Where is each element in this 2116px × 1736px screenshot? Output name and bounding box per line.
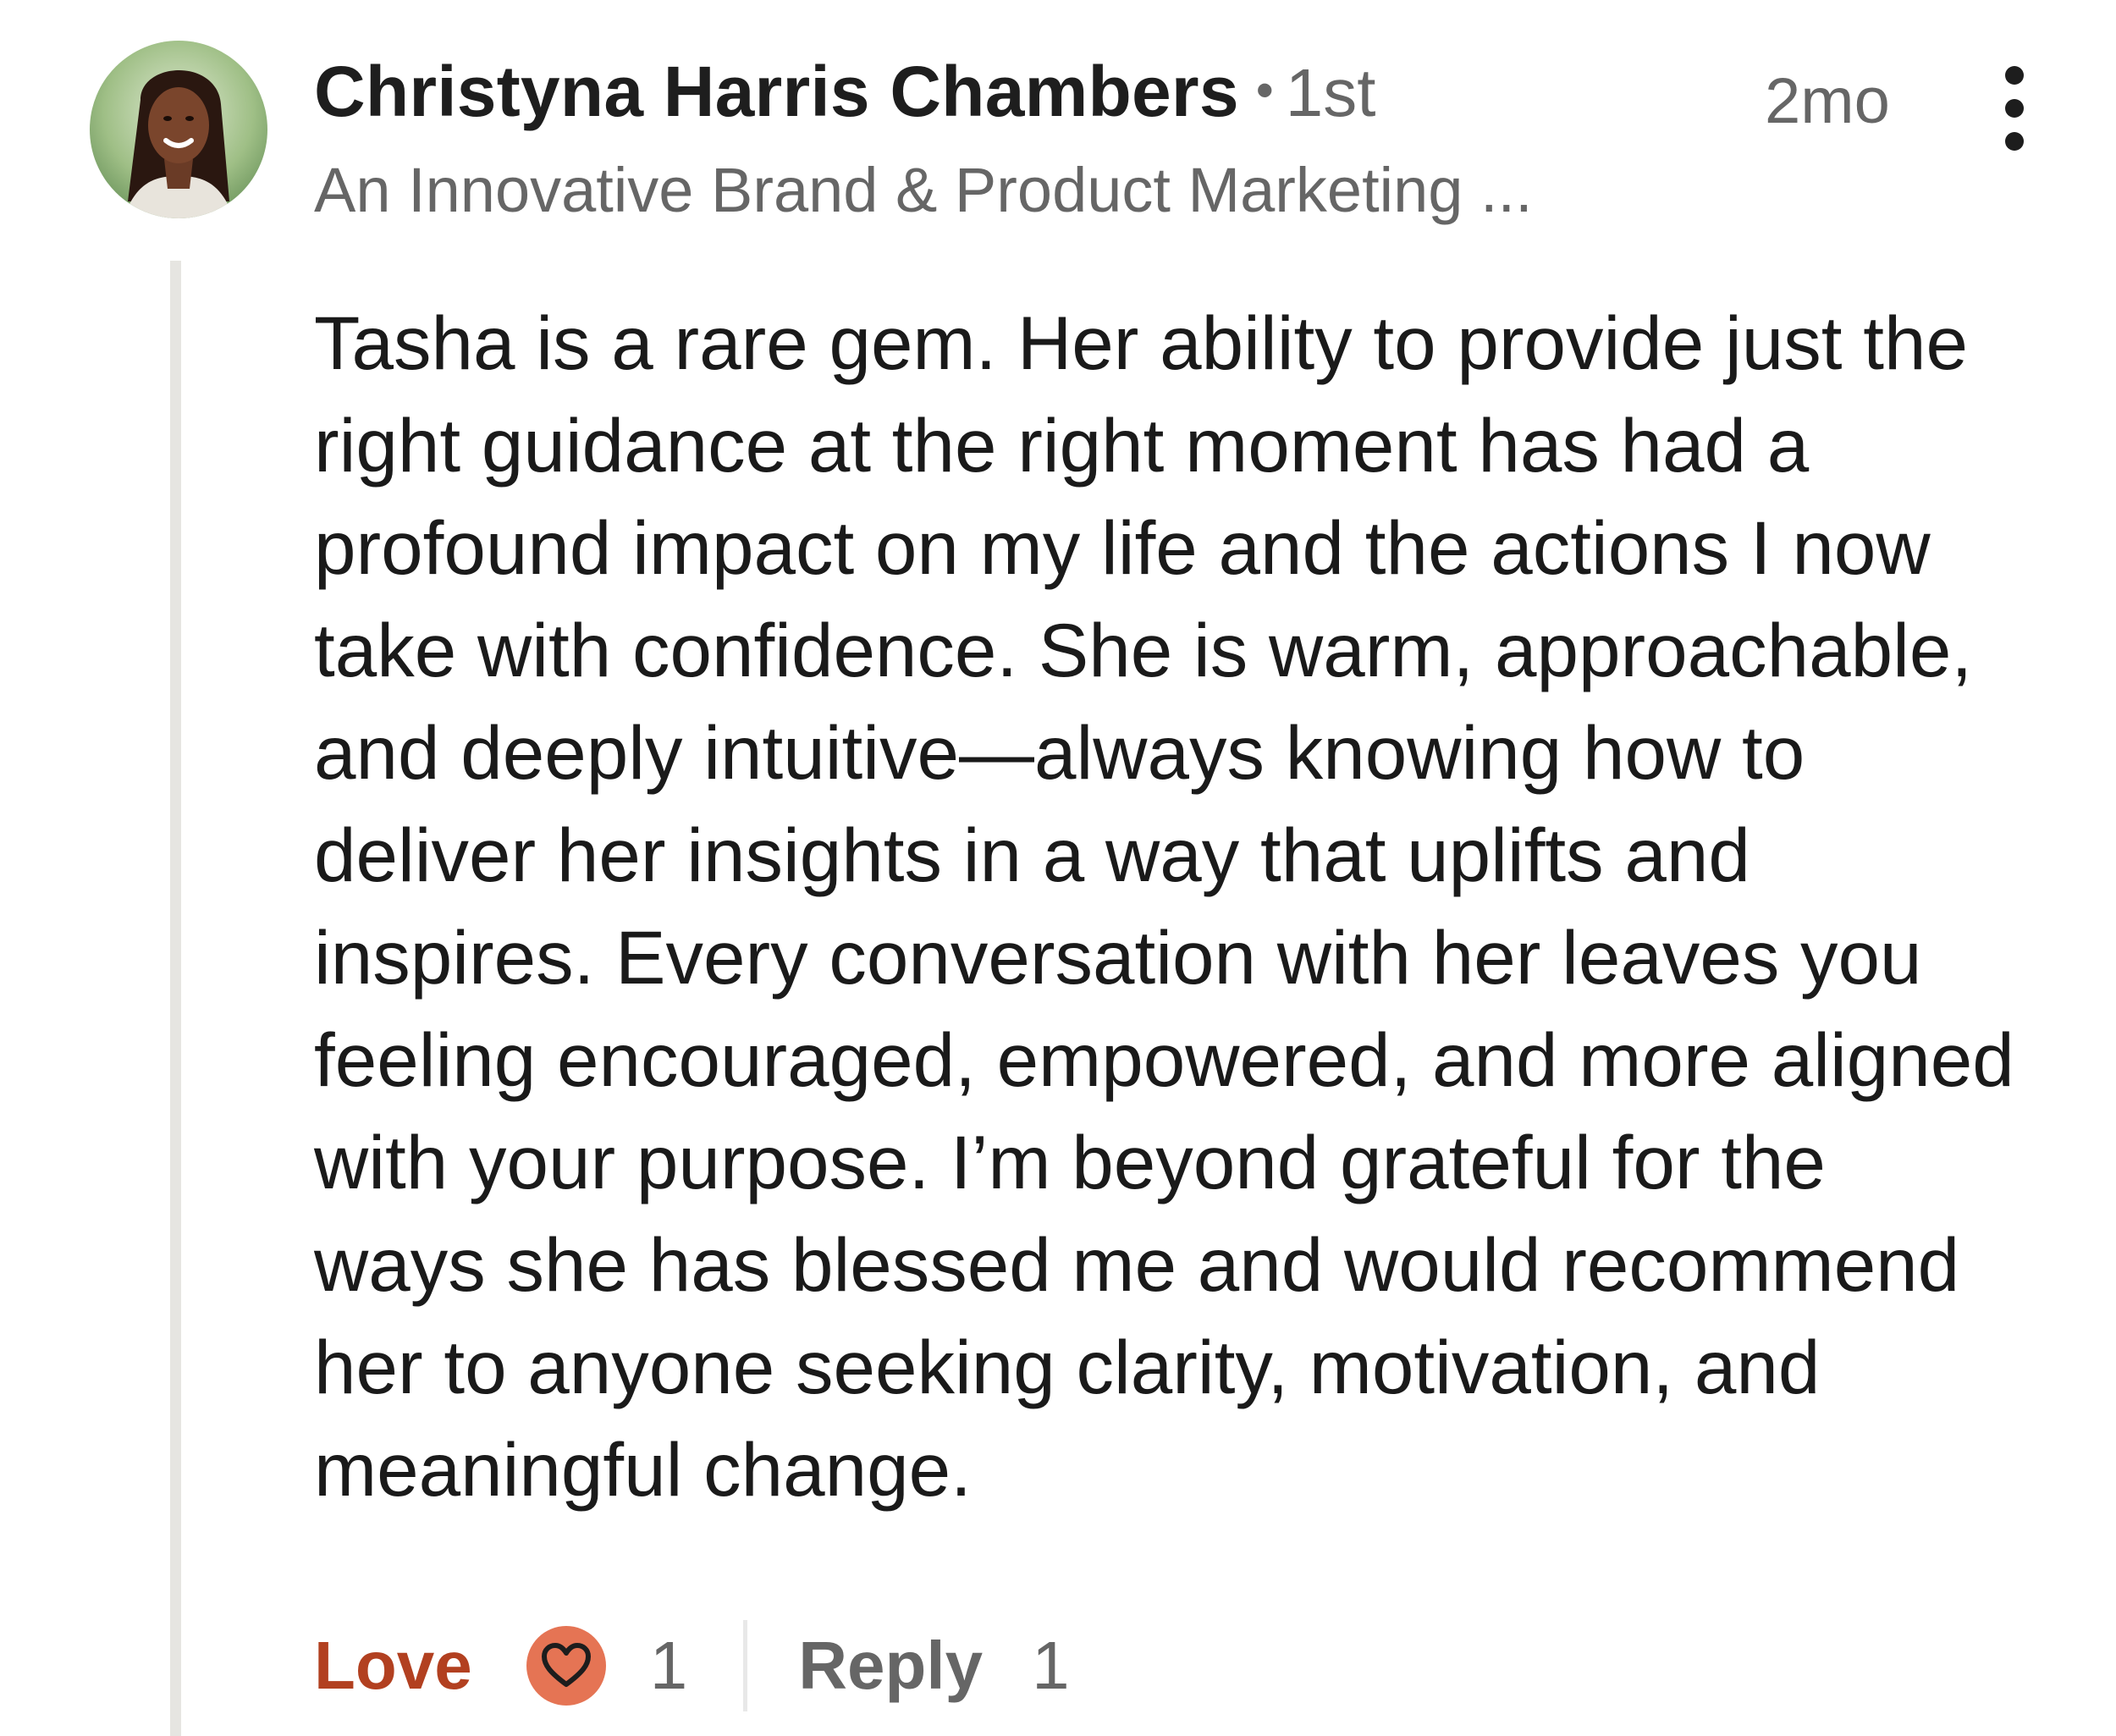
comment-body-line: feeling encouraged, empowered, and more … [314, 1017, 2014, 1102]
heart-icon-glyph [541, 1643, 591, 1687]
more-options-button[interactable] [1989, 66, 2040, 151]
comment-body-line: ways she has blessed me and would recomm… [314, 1222, 1960, 1307]
comment-body-line: right guidance at the right moment has h… [314, 403, 1810, 488]
separator-dot: • [1255, 62, 1274, 118]
comment-body-line: take with confidence. She is warm, appro… [314, 608, 1973, 692]
thread-line [170, 261, 181, 1736]
comment-body: Tasha is a rare gem. Her ability to prov… [314, 292, 2091, 1521]
connection-degree: 1st [1285, 55, 1376, 130]
comment-actions: Love 1 Reply 1 [314, 1615, 1070, 1717]
love-reaction-button[interactable]: Love [314, 1627, 472, 1705]
comment-body-line: meaningful change. [314, 1427, 972, 1512]
comment-card: Christyna Harris Chambers • 1st An Innovat… [0, 0, 2116, 1736]
reply-button[interactable]: Reply [798, 1627, 983, 1705]
action-divider [743, 1620, 748, 1711]
comment-body-line: inspires. Every conversation with her le… [314, 915, 1922, 1000]
more-vertical-icon [2005, 66, 2024, 85]
comment-body-line: and deeply intuitive—always knowing how … [314, 710, 1805, 795]
comment-body-line: deliver her insights in a way that uplif… [314, 813, 1750, 897]
author-header: Christyna Harris Chambers • 1st [314, 51, 1375, 133]
avatar[interactable] [90, 41, 267, 218]
reply-count[interactable]: 1 [1032, 1627, 1070, 1705]
author-name[interactable]: Christyna Harris Chambers [314, 52, 1239, 131]
comment-body-line: her to anyone seeking clarity, motivatio… [314, 1325, 1821, 1409]
more-vertical-icon-dot [2005, 132, 2024, 151]
profile-photo [90, 41, 267, 218]
comment-body-line: Tasha is a rare gem. Her ability to prov… [314, 300, 1968, 385]
reaction-count[interactable]: 1 [650, 1627, 688, 1705]
author-headline: An Innovative Brand & Product Marketing … [314, 155, 1533, 225]
timestamp: 2mo [1765, 65, 1890, 137]
comment-body-line: with your purpose. I’m beyond grateful f… [314, 1120, 1826, 1204]
more-vertical-icon-dot [2005, 99, 2024, 118]
heart-icon[interactable] [526, 1626, 606, 1706]
comment-body-line: profound impact on my life and the actio… [314, 505, 1931, 590]
